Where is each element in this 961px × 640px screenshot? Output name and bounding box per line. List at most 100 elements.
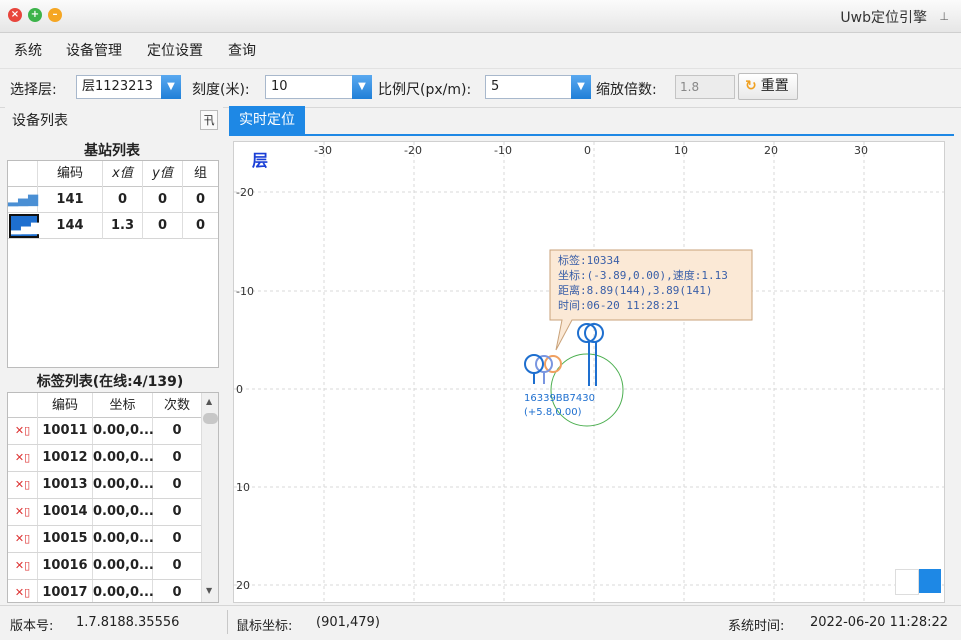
toolbar: 选择层: 层1123213 ▼ 刻度(米): 10 ▼ 比例尺(px/m): 5… xyxy=(0,68,961,108)
scale-label: 刻度(米): xyxy=(192,82,250,98)
col-x: x值 xyxy=(103,161,143,187)
x-tick-label: -10 xyxy=(494,144,512,157)
x-tick-label: 30 xyxy=(854,144,868,157)
offline-signal-icon: ✕▯ xyxy=(8,526,38,552)
close-icon[interactable]: × xyxy=(8,8,22,22)
divider xyxy=(227,610,228,634)
table-row[interactable]: ✕▯ 10012 0.00,0... 0 xyxy=(8,445,218,472)
tag-list-title: 标签列表(在线:4/139) xyxy=(36,374,184,390)
mouse-value: (901,479) xyxy=(316,615,380,630)
refresh-icon: ↻ xyxy=(745,78,757,94)
signal-icon: ▂▄▆ xyxy=(9,214,41,238)
minimap-left[interactable] xyxy=(895,569,919,595)
tab-realtime-positioning[interactable]: 实时定位 xyxy=(229,106,305,135)
table-row[interactable]: ✕▯ 10015 0.00,0... 0 xyxy=(8,526,218,553)
offline-signal-icon: ✕▯ xyxy=(8,445,38,471)
x-tick-label: -20 xyxy=(404,144,422,157)
x-tick-label: 20 xyxy=(764,144,778,157)
window-title: Uwb定位引擎 xyxy=(840,10,927,26)
floor-select[interactable]: 层1123213 ▼ xyxy=(76,75,181,99)
col-group: 组 xyxy=(193,166,207,181)
marker-label: 16339BB7430 xyxy=(524,393,595,404)
chevron-down-icon[interactable]: ▼ xyxy=(571,75,591,99)
map-svg[interactable]: -30 -20 -10 0 10 20 30 -20 -10 0 10 20 层 16339BB743… xyxy=(234,142,944,602)
minimize-icon[interactable]: – xyxy=(48,8,62,22)
marker-coord: (+5.8,0.00) xyxy=(524,407,582,418)
scale-select[interactable]: 10 ▼ xyxy=(265,75,372,99)
pin-icon[interactable]: 卂 xyxy=(200,110,218,130)
tag-tooltip: 标签:10334 坐标:(-3.89,0.00),速度:1.13 距离:8.89… xyxy=(549,249,753,351)
offline-signal-icon: ✕▯ xyxy=(8,580,38,602)
table-header: 编码 坐标 次数 xyxy=(8,393,218,419)
tooltip-distance: 距离:8.89(144),3.89(141) xyxy=(558,283,712,297)
table-row[interactable]: ✕▯ 10016 0.00,0... 0 xyxy=(8,553,218,580)
menu-system[interactable]: 系统 xyxy=(14,40,42,60)
panel-title: 设备列表 xyxy=(12,113,68,129)
scroll-down-icon[interactable]: ▼ xyxy=(206,586,212,595)
menu-positioning-settings[interactable]: 定位设置 xyxy=(147,40,203,60)
version-label: 版本号: xyxy=(10,619,54,634)
version-value: 1.7.8188.35556 xyxy=(76,615,180,630)
offline-signal-icon: ✕▯ xyxy=(8,418,38,444)
zoom-input[interactable]: 1.8 xyxy=(675,75,735,99)
offline-signal-icon: ✕▯ xyxy=(8,472,38,498)
chevron-down-icon[interactable]: ▼ xyxy=(161,75,181,99)
reset-button[interactable]: ↻ 重置 xyxy=(738,73,798,100)
x-tick-label: 0 xyxy=(584,144,591,157)
x-tick-label: -30 xyxy=(314,144,332,157)
scale-value: 10 xyxy=(271,79,288,94)
time-value: 2022-06-20 11:28:22 xyxy=(810,615,949,630)
table-row[interactable]: ✕▯ 10017 0.00,0... 0 xyxy=(8,580,218,602)
scrollbar[interactable]: ▲ ▼ xyxy=(201,393,218,602)
menu-bar: 系统 设备管理 定位设置 查询 xyxy=(0,33,961,65)
mouse-label: 鼠标坐标: xyxy=(236,619,293,634)
table-row[interactable]: ✕▯ 10014 0.00,0... 0 xyxy=(8,499,218,526)
col-code: 编码 xyxy=(38,161,103,187)
floor-value: 层1123213 xyxy=(82,79,153,94)
y-tick-label: -20 xyxy=(236,186,254,199)
y-tick-label: 0 xyxy=(236,383,243,396)
col-y: y值 xyxy=(143,161,183,187)
tab-underline xyxy=(229,134,954,136)
y-tick-label: 20 xyxy=(236,579,250,592)
scroll-thumb[interactable] xyxy=(203,413,218,424)
col-code: 编码 xyxy=(38,393,93,419)
menu-query[interactable]: 查询 xyxy=(228,40,256,60)
resize-icon: ⊥ xyxy=(939,10,949,23)
reset-label: 重置 xyxy=(760,78,789,94)
offline-signal-icon: ✕▯ xyxy=(8,499,38,525)
floor-glyph: 层 xyxy=(252,151,268,170)
signal-icon: ▂▄▆ xyxy=(8,187,38,213)
ratio-value: 5 xyxy=(491,79,500,94)
menu-device-management[interactable]: 设备管理 xyxy=(66,40,122,60)
y-tick-label: -10 xyxy=(236,285,254,298)
chevron-down-icon[interactable]: ▼ xyxy=(352,75,372,99)
ratio-label: 比例尺(px/m): xyxy=(378,82,472,98)
time-label: 系统时间: xyxy=(728,619,785,634)
offline-signal-icon: ✕▯ xyxy=(8,553,38,579)
tooltip-tag: 标签:10334 xyxy=(558,253,620,267)
zoom-label: 缩放倍数: xyxy=(596,82,657,98)
tooltip-coord: 坐标:(-3.89,0.00),速度:1.13 xyxy=(558,268,728,282)
floor-label: 选择层: xyxy=(10,82,57,98)
maximize-icon[interactable]: + xyxy=(28,8,42,22)
minimap-right[interactable] xyxy=(919,569,941,593)
table-row[interactable]: ▂▄▆ 144 1.3 0 0 xyxy=(8,213,218,239)
tag-marker xyxy=(524,354,562,384)
tooltip-time: 时间:06-20 11:28:21 xyxy=(558,299,679,312)
tag-table: 编码 坐标 次数 ✕▯ 10011 0.00,0... 0 ✕▯ 10012 0.00,0.… xyxy=(7,392,219,603)
ratio-select[interactable]: 5 ▼ xyxy=(485,75,591,99)
table-header: 编码 x值 y值 组 xyxy=(8,161,218,187)
col-count: 次数 xyxy=(163,398,190,413)
status-bar: 版本号: 1.7.8188.35556 鼠标坐标: (901,479) 系统时间… xyxy=(0,605,961,640)
col-coord: 坐标 xyxy=(93,393,153,419)
x-tick-label: 10 xyxy=(674,144,688,157)
map-canvas[interactable]: -30 -20 -10 0 10 20 30 -20 -10 0 10 20 层 16339BB743… xyxy=(233,141,945,603)
title-bar: × + – Uwb定位引擎 ⊥ xyxy=(0,0,961,33)
anchor-marker xyxy=(577,323,604,386)
anchor-table: 编码 x值 y值 组 ▂▄▆ 141 0 0 0 ▂▄▆ 144 1.3 0 0 xyxy=(7,160,219,368)
table-row[interactable]: ▂▄▆ 141 0 0 0 xyxy=(8,187,218,213)
table-row[interactable]: ✕▯ 10011 0.00,0... 0 xyxy=(8,418,218,445)
scroll-up-icon[interactable]: ▲ xyxy=(206,397,212,406)
table-row[interactable]: ✕▯ 10013 0.00,0... 0 xyxy=(8,472,218,499)
